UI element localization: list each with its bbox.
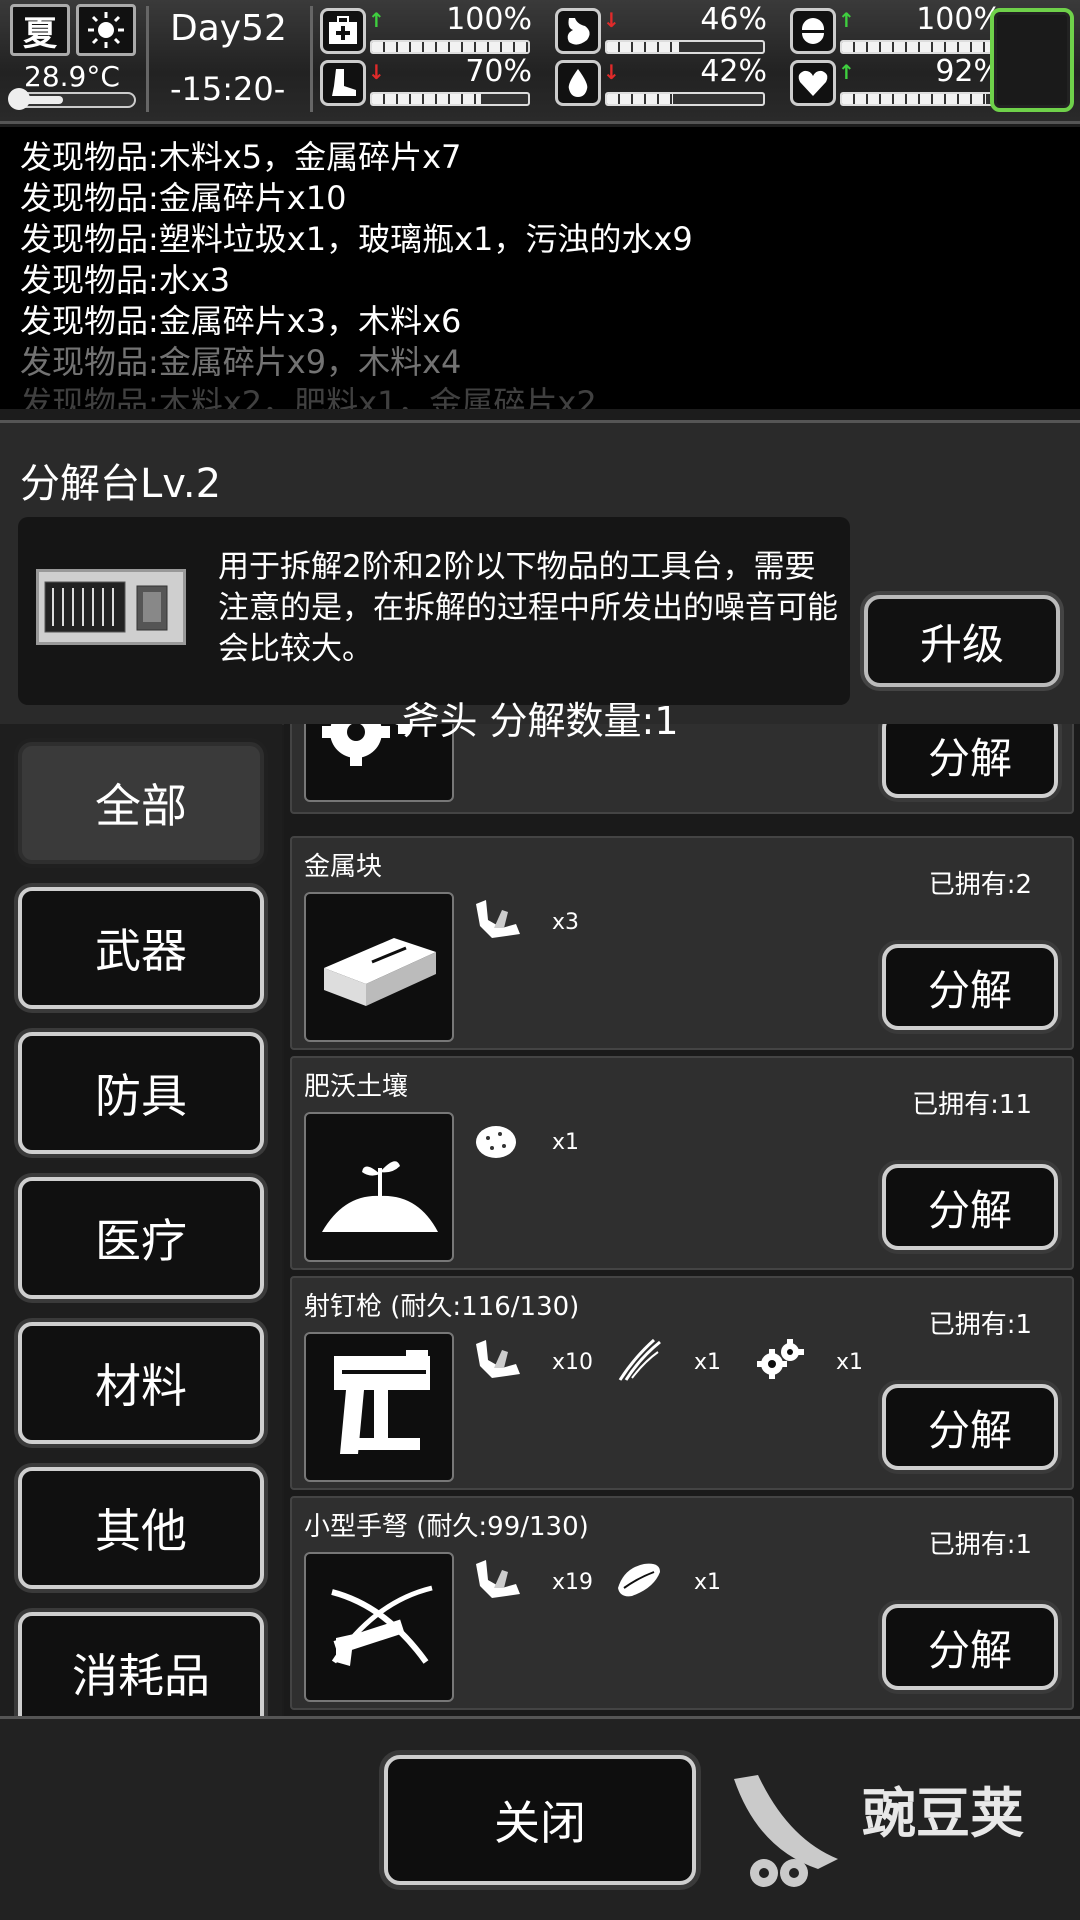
material-count: x1 xyxy=(694,1570,722,1595)
category-list: 全部武器防具医疗材料其他消耗品 xyxy=(0,724,282,1716)
log-entry: 发现物品:塑料垃圾x1，玻璃瓶x1，污浊的水x9 xyxy=(20,220,693,258)
owned-count: 已拥有:1 xyxy=(928,1310,1032,1340)
stat-health: ↑ 100% xyxy=(320,2,538,56)
material-count: x3 xyxy=(552,910,580,935)
season-badge: 夏 xyxy=(10,4,70,56)
stat-sanity: ↑ 100% xyxy=(790,2,1008,56)
panel-title: 分解台Lv.2 xyxy=(20,461,222,507)
stat-percent: 42% xyxy=(700,54,767,89)
thermometer-bar xyxy=(8,88,136,110)
stat-bar xyxy=(605,40,765,54)
close-button[interactable]: 关闭 xyxy=(384,1755,696,1885)
stat-bar xyxy=(840,92,1000,106)
metal-block-icon xyxy=(304,892,454,1042)
watermark-text: 豌豆荚 xyxy=(862,1782,1024,1845)
log-entry: 发现物品:木料x2，肥料x1，金属碎片x2 xyxy=(20,384,597,409)
equipped-slot[interactable] xyxy=(990,8,1074,112)
log-entry: 发现物品:木料x5，金属碎片x7 xyxy=(20,138,462,176)
event-log: 发现物品:木料x5，金属碎片x7 发现物品:金属碎片x10 发现物品:塑料垃圾x1，… xyxy=(0,127,1080,409)
stat-percent: 100% xyxy=(446,2,532,37)
category-tab[interactable]: 材料 xyxy=(18,1322,264,1444)
arrow-up-icon: ↑ xyxy=(838,8,855,32)
boot-icon xyxy=(320,60,366,106)
workbench-image xyxy=(36,569,186,645)
workbench-description: 用于拆解2阶和2阶以下物品的工具台，需要注意的是，在拆解的过程中所发出的噪音可能… xyxy=(218,549,838,667)
category-tab[interactable]: 消耗品 xyxy=(18,1612,264,1716)
stat-bar xyxy=(840,40,1000,54)
owned-count: 已拥有:1 xyxy=(928,1530,1032,1560)
decompose-button[interactable]: 分解 xyxy=(882,1164,1058,1250)
stat-thirst: ↓ 42% xyxy=(555,54,773,108)
decompose-button[interactable]: 分解 xyxy=(882,1384,1058,1470)
material-count: x1 xyxy=(694,1350,722,1375)
stat-bar-fill xyxy=(372,94,482,104)
sun-icon xyxy=(76,4,136,56)
category-tab[interactable]: 武器 xyxy=(18,887,264,1009)
pill-icon xyxy=(790,8,836,54)
stat-bar xyxy=(370,92,530,106)
item-name: 金属块 xyxy=(304,852,383,882)
category-tab[interactable]: 全部 xyxy=(18,742,264,864)
thermometer-fill xyxy=(20,96,64,104)
stat-bar-fill xyxy=(372,42,528,52)
divider xyxy=(146,6,149,112)
stat-hunger: ↓ 46% xyxy=(555,2,773,56)
day-counter: Day52 xyxy=(170,8,287,49)
arrow-down-icon: ↓ xyxy=(368,60,385,84)
category-tab[interactable]: 医疗 xyxy=(18,1177,264,1299)
item-name: 肥沃土壤 xyxy=(304,1072,409,1102)
selected-item-info: 斧头 分解数量:1 xyxy=(401,699,679,743)
arrow-up-icon: ↑ xyxy=(368,8,385,32)
item-card: 肥沃土壤已拥有:11 x1 分解 xyxy=(290,1056,1074,1270)
divider xyxy=(310,6,313,112)
decompose-button[interactable]: 分解 xyxy=(882,944,1058,1030)
stat-stamina: ↓ 70% xyxy=(320,54,538,108)
material-count: x10 xyxy=(552,1350,594,1375)
category-tab[interactable]: 防具 xyxy=(18,1032,264,1154)
category-tab[interactable]: 其他 xyxy=(18,1467,264,1589)
description-box: 用于拆解2阶和2阶以下物品的工具台，需要注意的是，在拆解的过程中所发出的噪音可能… xyxy=(18,517,850,705)
item-card: 金属块已拥有:2 x3 分解 xyxy=(290,836,1074,1050)
medkit-icon xyxy=(320,8,366,54)
stomach-icon xyxy=(555,8,601,54)
decompose-button[interactable]: 分解 xyxy=(882,1604,1058,1690)
log-entry: 发现物品:金属碎片x3，木料x6 xyxy=(20,302,462,340)
clock-time: -15:20- xyxy=(170,70,286,108)
material-count: x19 xyxy=(552,1570,594,1595)
item-list[interactable]: 分解 金属块 已拥有:2 x3 分解 肥沃土壤 已拥有:11 x1 分解 射钉枪 (耐久:116/… xyxy=(284,724,1080,1716)
item-name: 小型手弩 (耐久:99/130) xyxy=(304,1512,589,1542)
owned-count: 已拥有:11 xyxy=(912,1090,1032,1120)
item-card: 射钉枪 (耐久:116/130) 已拥有:1 x10 x1 x1 分解 xyxy=(290,1276,1074,1490)
stat-bar xyxy=(370,40,530,54)
stat-percent: 70% xyxy=(465,54,532,89)
workbench-panel: 分解台Lv.2 用于拆解2阶和2阶以下物品的工具台，需要注意的是，在拆解的过程中… xyxy=(0,420,1080,725)
material-count: x1 xyxy=(552,1130,580,1155)
stat-bar xyxy=(605,92,765,106)
stat-percent: 46% xyxy=(700,2,767,37)
nail-gun-icon xyxy=(304,1332,454,1482)
stat-bar-fill xyxy=(842,42,998,52)
stat-bar-fill xyxy=(842,94,986,104)
arrow-down-icon: ↓ xyxy=(603,60,620,84)
heart-icon xyxy=(790,60,836,106)
footer: 关闭 豌豆荚 xyxy=(0,1716,1080,1920)
stat-bar-fill xyxy=(607,42,679,52)
arrow-down-icon: ↓ xyxy=(603,8,620,32)
stat-mood: ↑ 92% xyxy=(790,54,1008,108)
arrow-up-icon: ↑ xyxy=(838,60,855,84)
crossbow-icon xyxy=(304,1552,454,1702)
log-entry: 发现物品:金属碎片x9，木料x4 xyxy=(20,343,462,381)
water-drop-icon xyxy=(555,60,601,106)
log-entry: 发现物品:金属碎片x10 xyxy=(20,179,347,217)
owned-count: 已拥有:2 xyxy=(928,870,1032,900)
status-bar: 夏 28.9°C Day52 -15:20- ↑ 100% ↓ 46% ↑ 100% ↓ 70… xyxy=(0,0,1080,124)
upgrade-button[interactable]: 升级 xyxy=(864,595,1060,687)
item-card: 小型手弩 (耐久:99/130) 已拥有:1 x19 x1 分解 xyxy=(290,1496,1074,1710)
stat-bar-fill xyxy=(607,94,673,104)
temperature-text: 28.9°C xyxy=(24,60,120,93)
material-count: x1 xyxy=(836,1350,864,1375)
soil-icon xyxy=(304,1112,454,1262)
item-name: 射钉枪 (耐久:116/130) xyxy=(304,1292,580,1322)
log-entry: 发现物品:水x3 xyxy=(20,261,231,299)
